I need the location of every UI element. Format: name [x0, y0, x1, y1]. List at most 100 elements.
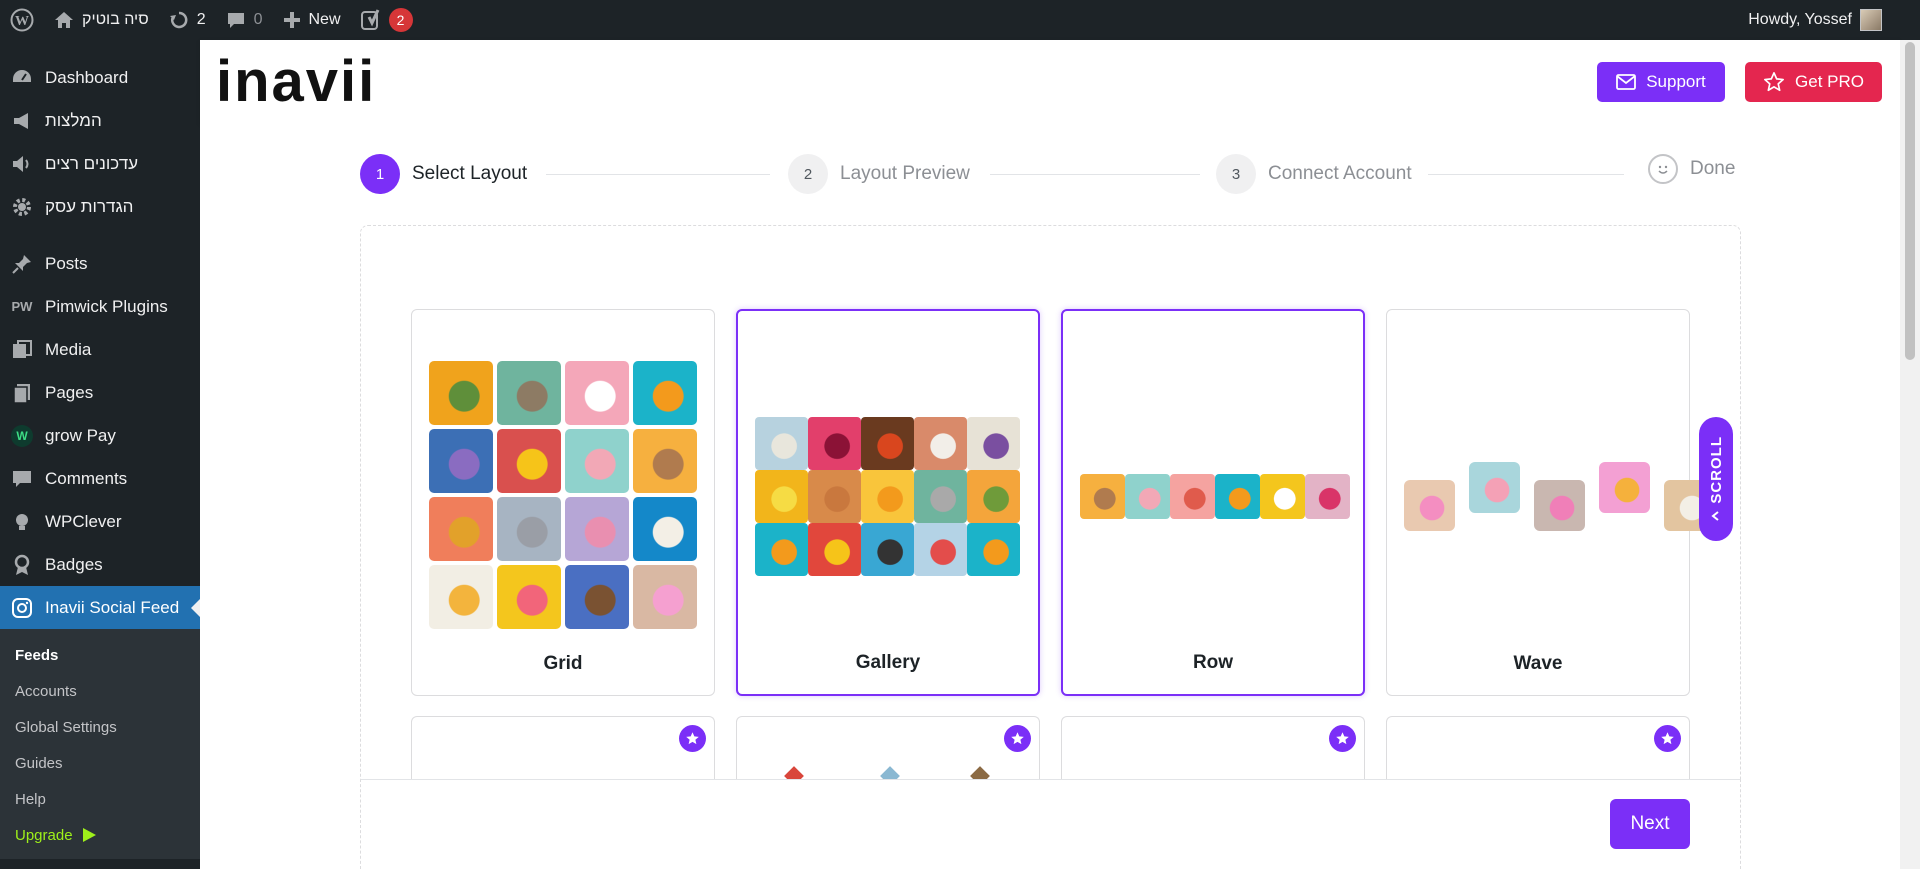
preview-thumb: [633, 361, 697, 425]
step-number: 3: [1216, 154, 1256, 194]
layout-panel: Grid Gallery Row Wave SCROLL: [360, 225, 1741, 869]
sidebar-item-media[interactable]: Media: [0, 328, 200, 371]
submenu-item-accounts[interactable]: Accounts: [0, 673, 200, 709]
pages-icon: [10, 381, 34, 405]
scroll-label: SCROLL: [1707, 436, 1725, 504]
get-pro-button[interactable]: Get PRO: [1745, 62, 1882, 102]
layout-card-title: Gallery: [855, 652, 921, 673]
step-divider: [1428, 174, 1624, 175]
sidebar-item-wpclever[interactable]: WPClever: [0, 500, 200, 543]
preview-thumb: [1534, 480, 1585, 531]
preview-thumb: [497, 565, 561, 629]
page-scrollbar[interactable]: [1900, 40, 1920, 869]
preview-thumb: [808, 417, 861, 470]
step-done: Done: [1648, 154, 1735, 184]
submenu-item-guides[interactable]: Guides: [0, 745, 200, 781]
sidebar-item-business-settings[interactable]: הגדרות עסק: [0, 185, 200, 228]
submenu-item-upgrade[interactable]: Upgrade: [0, 817, 200, 853]
submenu-item-global-settings[interactable]: Global Settings: [0, 709, 200, 745]
preview-thumb: [565, 361, 629, 425]
next-label: Next: [1630, 813, 1670, 834]
pro-star-icon: [1329, 725, 1356, 752]
layout-card-grid[interactable]: Grid: [411, 309, 715, 696]
speaker-icon: [10, 152, 34, 176]
layout-card-title: Wave: [1513, 653, 1563, 674]
preview-thumb: [1599, 462, 1650, 513]
get-pro-label: Get PRO: [1795, 72, 1864, 91]
sidebar-item-label: Media: [45, 339, 92, 359]
plugin-header: inavii Support Get PRO: [200, 40, 1900, 124]
wordpress-logo-icon[interactable]: W: [0, 0, 44, 40]
sidebar-item-pimwick[interactable]: PW Pimwick Plugins: [0, 285, 200, 328]
sidebar-item-label: הגדרות עסק: [45, 196, 134, 216]
inavii-logo: inavii: [216, 48, 376, 115]
preview-thumb: [429, 497, 493, 561]
wizard-footer: Next: [360, 779, 1741, 869]
admin-sidebar: Dashboard המלצות עדכונים רצים הגדרות עסק…: [0, 40, 200, 869]
preview-thumb: [497, 497, 561, 561]
new-content-link[interactable]: New: [273, 0, 351, 40]
sidebar-item-badges[interactable]: Badges: [0, 543, 200, 586]
logo-text: inavii: [216, 49, 377, 114]
wizard-steps: 1 Select Layout 2 Layout Preview 3 Conne…: [360, 154, 1740, 198]
sidebar-item-comments[interactable]: Comments: [0, 457, 200, 500]
submenu-item-help[interactable]: Help: [0, 781, 200, 817]
site-name-link[interactable]: סיה בוטיק: [44, 0, 159, 40]
layout-card-row[interactable]: Row: [1061, 309, 1365, 696]
preview-thumb: [861, 417, 914, 470]
step-connect-account: 3 Connect Account: [1216, 154, 1412, 194]
howdy-text: Howdy, Yossef: [1748, 11, 1852, 28]
sidebar-item-testimonials[interactable]: המלצות: [0, 99, 200, 142]
preview-thumb: [914, 417, 967, 470]
yoast-icon: [360, 9, 379, 30]
pro-star-icon: [1004, 725, 1031, 752]
step-number: 1: [360, 154, 400, 194]
media-icon: [10, 338, 34, 362]
preview-thumb: [565, 565, 629, 629]
my-account-link[interactable]: Howdy, Yossef: [1748, 0, 1882, 40]
preview-thumb: [1125, 474, 1170, 519]
preview-thumb: [497, 361, 561, 425]
support-button[interactable]: Support: [1597, 62, 1725, 102]
preview-thumb: [633, 565, 697, 629]
badge-icon: [10, 553, 34, 577]
sidebar-item-inavii[interactable]: Inavii Social Feed: [0, 586, 200, 629]
layout-card-wave[interactable]: Wave: [1386, 309, 1715, 696]
comment-icon: [227, 13, 244, 28]
sidebar-item-updates[interactable]: עדכונים רצים: [0, 142, 200, 185]
sidebar-item-dashboard[interactable]: Dashboard: [0, 56, 200, 99]
layout-card-title: Row: [1192, 652, 1234, 673]
sidebar-item-label: עדכונים רצים: [45, 153, 139, 173]
star-icon: [1764, 72, 1785, 92]
preview-thumb: [1215, 474, 1260, 519]
comments-count: 0: [253, 11, 263, 28]
next-button[interactable]: Next: [1610, 799, 1690, 849]
preview-thumb: [1305, 474, 1350, 519]
preview-thumb: [565, 497, 629, 561]
scroll-button[interactable]: SCROLL: [1699, 417, 1733, 541]
submenu-item-feeds[interactable]: Feeds: [0, 637, 200, 673]
sidebar-item-pages[interactable]: Pages: [0, 371, 200, 414]
sidebar-item-posts[interactable]: Posts: [0, 242, 200, 285]
site-name: סיה בוטיק: [82, 11, 149, 28]
preview-thumb: [808, 470, 861, 523]
preview-thumb: [861, 523, 914, 576]
step-label: Connect Account: [1268, 163, 1412, 184]
megaphone-icon: [10, 109, 34, 133]
step-label: Layout Preview: [840, 163, 970, 184]
comments-link[interactable]: 0: [216, 0, 273, 40]
pin-icon: [10, 252, 34, 276]
step-divider: [546, 174, 770, 175]
instagram-icon: [10, 596, 34, 620]
preview-thumb: [967, 417, 1020, 470]
layout-card-gallery[interactable]: Gallery: [736, 309, 1040, 696]
yoast-link[interactable]: 2: [351, 0, 423, 40]
scrollbar-thumb[interactable]: [1905, 42, 1915, 360]
step-label: Select Layout: [412, 163, 528, 184]
updates-link[interactable]: 2: [159, 0, 216, 40]
admin-bar: W סיה בוטיק 2 0 New 2 Howdy, Yossef: [0, 0, 1920, 40]
sidebar-item-grow-pay[interactable]: Wgrow Pay: [0, 414, 200, 457]
preview-thumb: [755, 470, 808, 523]
preview-thumb: [1170, 474, 1215, 519]
sidebar-item-label: Posts: [45, 253, 88, 273]
